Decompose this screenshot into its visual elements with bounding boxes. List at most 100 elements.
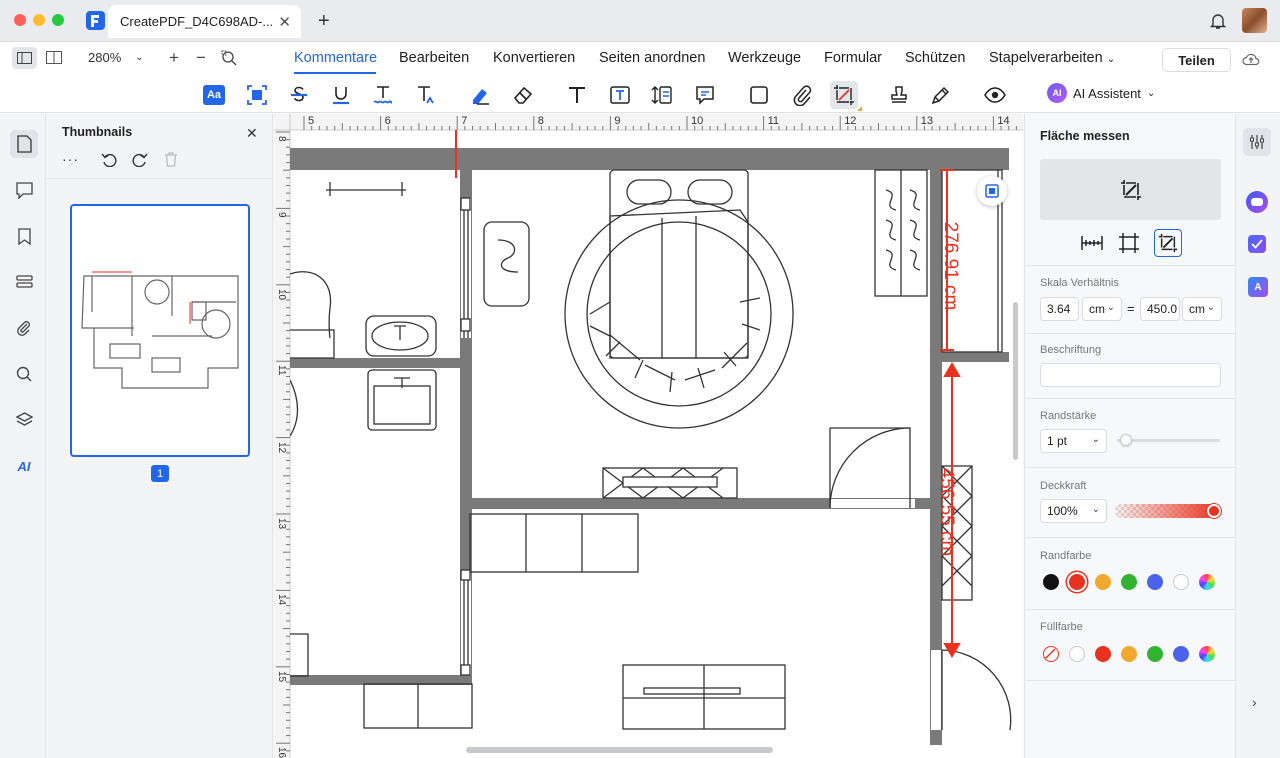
squiggly-tool-icon[interactable] — [369, 81, 397, 109]
horizontal-scrollbar[interactable] — [466, 747, 773, 753]
selected-color-swatch[interactable] — [1069, 574, 1085, 590]
show-annotations-eye-icon[interactable] — [981, 81, 1009, 109]
collapse-chevron-icon[interactable]: › — [1252, 694, 1257, 710]
new-tab-button[interactable]: + — [318, 10, 330, 33]
minimize-window-button[interactable] — [33, 14, 45, 26]
zoom-select[interactable]: 280% ⌄ — [88, 50, 144, 65]
highlighter-pen-tool-icon[interactable] — [466, 81, 494, 109]
custom-color-swatch[interactable] — [1199, 646, 1215, 662]
share-button[interactable]: Teilen — [1162, 48, 1231, 72]
menu-konvertieren[interactable]: Konvertieren — [493, 50, 575, 66]
color-swatch[interactable] — [1069, 646, 1085, 662]
color-swatch[interactable] — [1095, 574, 1111, 590]
insert-text-tool-icon[interactable] — [411, 81, 439, 109]
close-window-button[interactable] — [14, 14, 26, 26]
avatar[interactable] — [1242, 8, 1267, 33]
properties-sliders-icon[interactable] — [1243, 128, 1271, 156]
underline-tool-icon[interactable] — [327, 81, 355, 109]
close-tab-icon[interactable]: ✕ — [278, 13, 291, 31]
scale-right-input[interactable]: 450.0 — [1140, 297, 1180, 321]
color-swatch[interactable] — [1121, 574, 1137, 590]
eraser-tool-icon[interactable] — [509, 81, 537, 109]
more-options-icon[interactable]: ··· — [62, 151, 79, 167]
border-width-select[interactable]: 1 pt ⌄ — [1040, 429, 1107, 453]
delete-page-icon[interactable] — [164, 152, 178, 172]
zoom-window-button[interactable] — [52, 14, 64, 26]
custom-color-swatch[interactable] — [1199, 574, 1215, 590]
text-field-tool-icon[interactable] — [606, 81, 634, 109]
signature-tool-icon[interactable] — [927, 81, 955, 109]
border-width-slider-track[interactable] — [1117, 439, 1220, 442]
border-width-slider-handle[interactable] — [1119, 434, 1132, 446]
zoom-out-button[interactable]: − — [196, 48, 206, 68]
ai-bot-icon[interactable] — [1246, 191, 1268, 213]
bookmark-icon[interactable] — [10, 222, 38, 250]
translate-icon[interactable]: A — [1248, 277, 1268, 297]
perimeter-measure-icon[interactable] — [1116, 230, 1142, 256]
opacity-slider-handle[interactable] — [1207, 504, 1221, 518]
attachment-icon[interactable] — [10, 314, 38, 342]
menu-seiten-anordnen[interactable]: Seiten anordnen — [599, 50, 705, 66]
snapshot-icon[interactable] — [977, 176, 1007, 206]
thumbnails-page-icon[interactable] — [10, 130, 38, 158]
color-swatch[interactable] — [1095, 646, 1111, 662]
text-tool-icon[interactable] — [563, 81, 591, 109]
attachment-tool-icon[interactable] — [788, 81, 816, 109]
stamp-tool-icon[interactable] — [885, 81, 913, 109]
ai-tools-icon[interactable]: AI — [10, 452, 38, 480]
layers-stack-icon[interactable] — [10, 268, 38, 296]
rotate-left-icon[interactable] — [101, 152, 117, 172]
rectangle-tool-icon[interactable] — [745, 81, 773, 109]
callout-tool-icon[interactable] — [648, 81, 676, 109]
sidebar-toggle-icon[interactable] — [12, 47, 37, 69]
left-rail: AI — [0, 114, 46, 758]
no-fill-swatch[interactable] — [1043, 646, 1059, 662]
color-swatch[interactable] — [1173, 574, 1189, 590]
active-corner-indicator — [857, 106, 862, 111]
menu-bearbeiten[interactable]: Bearbeiten — [399, 50, 469, 66]
search-icon[interactable] — [10, 360, 38, 388]
scale-left-input[interactable]: 3.64 — [1040, 297, 1079, 321]
cloud-upload-icon[interactable] — [1242, 52, 1260, 71]
two-page-view-icon[interactable] — [46, 51, 62, 69]
rotate-right-icon[interactable] — [132, 152, 148, 172]
task-check-icon[interactable] — [1248, 235, 1266, 253]
zoom-area-icon[interactable] — [221, 50, 237, 71]
page-thumbnail[interactable] — [70, 204, 250, 457]
measurement-label-vertical-1[interactable]: 276.91 cm — [937, 211, 961, 321]
unit-left-select[interactable]: cm ⌄ — [1082, 297, 1122, 321]
measure-tool-icon[interactable] — [830, 81, 862, 111]
menu-formular[interactable]: Formular — [824, 50, 882, 66]
close-panel-icon[interactable]: ✕ — [246, 125, 258, 142]
color-swatch[interactable] — [1121, 646, 1137, 662]
text-box-tool-icon[interactable]: Aa — [200, 81, 228, 109]
area-measure-option-icon[interactable] — [1154, 229, 1182, 257]
color-swatch[interactable] — [1147, 646, 1163, 662]
strikethrough-tool-icon[interactable] — [285, 81, 313, 109]
bell-icon[interactable] — [1209, 12, 1227, 35]
opacity-slider-track[interactable] — [1115, 504, 1221, 518]
area-highlight-tool-icon[interactable] — [243, 81, 271, 109]
note-tool-icon[interactable] — [691, 81, 719, 109]
layers-icon[interactable] — [10, 406, 38, 434]
measurement-label-vertical-2[interactable]: 456.55 cm — [933, 447, 957, 577]
text-box-label: Aa — [203, 85, 225, 105]
document-tab[interactable]: CreatePDF_D4C698AD-... ✕ — [108, 5, 301, 38]
distance-measure-icon[interactable] — [1079, 230, 1105, 256]
color-swatch[interactable] — [1173, 646, 1189, 662]
menu-schuetzen[interactable]: Schützen — [905, 50, 965, 66]
border-color-label: Randfarbe — [1040, 550, 1092, 562]
vertical-scrollbar[interactable] — [1013, 302, 1018, 460]
zoom-in-button[interactable]: + — [169, 48, 179, 68]
color-swatch[interactable] — [1043, 574, 1059, 590]
unit-right-select[interactable]: cm ⌄ — [1182, 297, 1222, 321]
menu-kommentare[interactable]: Kommentare — [294, 50, 377, 66]
menu-stapelverarbeiten[interactable]: Stapelverarbeiten ⌄ — [989, 50, 1115, 66]
menu-werkzeuge[interactable]: Werkzeuge — [728, 50, 801, 66]
caption-input[interactable] — [1040, 363, 1221, 387]
document-canvas[interactable]: 5 6 7 8 9 10 11 12 13 14 8 9 10 11 12 13 14 15 16 — [274, 114, 1023, 758]
opacity-select[interactable]: 100% ⌄ — [1040, 499, 1107, 523]
comment-icon[interactable] — [10, 176, 38, 204]
ai-assistant-button[interactable]: AI AI Assistent ⌄ — [1047, 83, 1155, 103]
color-swatch[interactable] — [1147, 574, 1163, 590]
